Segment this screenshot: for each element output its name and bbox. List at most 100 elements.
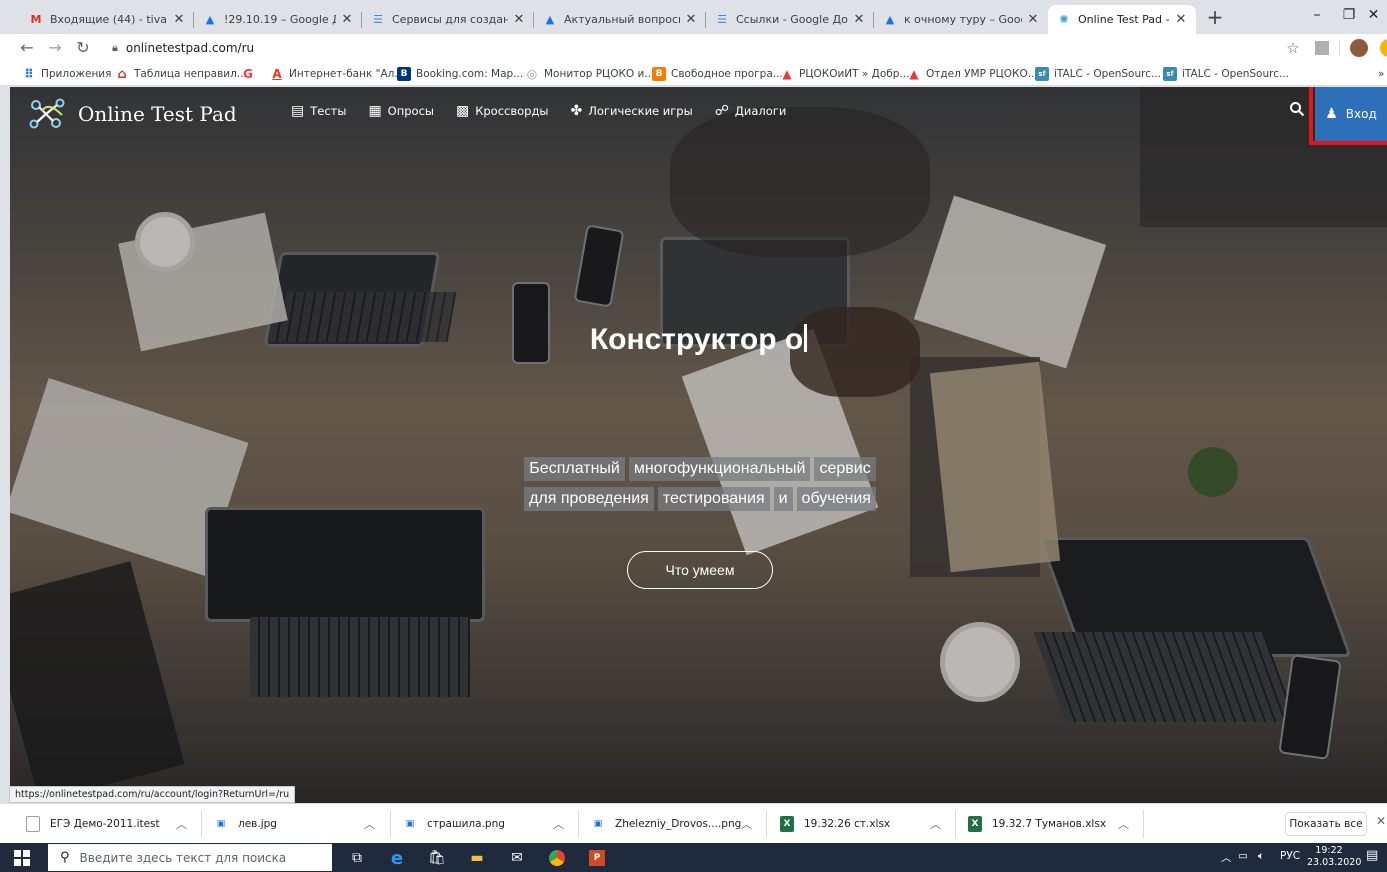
taskbar-clock[interactable]: 19:22 23.03.2020 bbox=[1307, 845, 1361, 869]
bookmark-star-icon[interactable]: ☆ bbox=[1283, 39, 1303, 57]
bookmark-item[interactable]: ◎ Монитор РЦОКО и... bbox=[525, 65, 655, 83]
menu-dialogs[interactable]: ☍ Диалоги bbox=[715, 103, 787, 119]
store-icon[interactable]: 🛍︎ bbox=[426, 847, 448, 869]
extension-icon[interactable] bbox=[1380, 39, 1387, 57]
windows-start-icon[interactable] bbox=[14, 850, 30, 866]
document-icon: ▤ bbox=[291, 103, 305, 119]
google-docs-icon: ☰ bbox=[373, 13, 383, 26]
close-downloads-icon[interactable]: ✕ bbox=[1376, 814, 1386, 828]
hero-background bbox=[10, 87, 1387, 803]
close-tab-icon[interactable]: ✕ bbox=[684, 12, 698, 27]
mail-icon[interactable]: ✉ bbox=[506, 847, 528, 869]
download-separator bbox=[955, 810, 956, 838]
sourceforge-icon: sf bbox=[1163, 67, 1177, 81]
browser-toolbar: ← → ↻ 🔒︎ onlinetestpad.com/ru ☆ bbox=[0, 34, 1387, 62]
download-menu-button[interactable]: ︿ bbox=[741, 812, 752, 836]
download-filename: 19.32.26 ст.xlsx bbox=[804, 818, 891, 830]
reload-button[interactable]: ↻ bbox=[72, 37, 94, 59]
download-menu-button[interactable]: ︿ bbox=[176, 812, 187, 836]
menu-crosswords[interactable]: ▩ Кроссворды bbox=[456, 103, 549, 119]
browser-tab-strip: M Входящие (44) - tivanova.c ✕ ▲ !29.10.… bbox=[0, 0, 1387, 34]
tray-chevron-icon[interactable]: ︿ bbox=[1221, 850, 1232, 865]
edge-browser-icon[interactable]: e bbox=[386, 847, 408, 869]
close-tab-icon[interactable]: ✕ bbox=[172, 12, 186, 27]
tagline-word: для проведения bbox=[524, 487, 654, 511]
bookmark-label: iTALC - OpenSourc... bbox=[1182, 68, 1290, 80]
bookmark-label: Свободное програ... bbox=[671, 68, 783, 80]
download-menu-button[interactable]: ︿ bbox=[364, 812, 375, 836]
search-button[interactable] bbox=[1286, 101, 1308, 123]
bookmark-label: Монитор РЦОКО и... bbox=[544, 68, 655, 80]
tab-gmail[interactable]: M Входящие (44) - tivanova.c ✕ bbox=[20, 5, 194, 34]
close-tab-icon[interactable]: ✕ bbox=[1026, 12, 1040, 27]
bookmark-item[interactable]: B Booking.com: Мар... bbox=[397, 65, 523, 83]
forward-button[interactable]: → bbox=[44, 37, 66, 59]
survey-icon: ▦ bbox=[368, 103, 382, 119]
login-button[interactable]: ♟ Вход bbox=[1315, 87, 1387, 141]
show-all-downloads-button[interactable]: Показать все bbox=[1285, 812, 1367, 836]
network-icon[interactable]: ▭ bbox=[1238, 850, 1248, 862]
extension-icon[interactable] bbox=[1315, 41, 1329, 55]
new-tab-button[interactable]: + bbox=[1202, 6, 1228, 30]
download-menu-button[interactable]: ︿ bbox=[553, 812, 564, 836]
bookmark-item[interactable]: sf iTALC - OpenSourc... bbox=[1163, 65, 1289, 83]
tab-online-test-pad[interactable]: ✺ Online Test Pad - Онлайн ✕ bbox=[1048, 5, 1196, 34]
download-menu-button[interactable]: ︿ bbox=[930, 812, 941, 836]
clock-time: 19:22 bbox=[1315, 845, 1343, 856]
chevron-up-icon: ︿ bbox=[364, 818, 375, 831]
tab-questions-drive[interactable]: ▲ Актуальный вопросы – Go ✕ bbox=[534, 5, 706, 34]
tab-services-doc[interactable]: ☰ Сервисы для создания он ✕ bbox=[362, 5, 534, 34]
bookmark-google[interactable]: G bbox=[241, 65, 260, 83]
download-item[interactable]: X 19.32.26 ст.xlsx bbox=[780, 812, 890, 836]
close-tab-icon[interactable]: ✕ bbox=[512, 12, 526, 27]
tab-title: Online Test Pad - Онлайн bbox=[1078, 13, 1170, 26]
notifications-icon[interactable]: ▤ bbox=[1366, 848, 1378, 863]
download-item[interactable]: ▣ страшила.png bbox=[403, 812, 505, 836]
bookmark-apps[interactable]: ⠿ Приложения bbox=[22, 65, 111, 83]
bookmark-item[interactable]: ▲ Отдел УМР РЦОКО... bbox=[907, 65, 1037, 83]
tab-second-round-drive[interactable]: ▲ к очному туру – Google Д ✕ bbox=[874, 5, 1048, 34]
hero-overlay bbox=[10, 87, 1387, 803]
close-window-button[interactable]: ✕ bbox=[1360, 0, 1387, 30]
bookmark-item[interactable]: sf iTALC - OpenSourc... bbox=[1035, 65, 1161, 83]
tagline-word: тестирования bbox=[657, 487, 770, 511]
rcoko-icon: ▲ bbox=[782, 67, 792, 81]
logo-text: Online Test Pad bbox=[78, 102, 237, 126]
close-tab-icon[interactable]: ✕ bbox=[852, 12, 866, 27]
tab-google-drive[interactable]: ▲ !29.10.19 – Google Диск ✕ bbox=[194, 5, 362, 34]
molecule-logo-icon bbox=[29, 98, 65, 129]
what-we-can-button[interactable]: Что умеем bbox=[627, 551, 773, 589]
download-item[interactable]: ▣ лев.jpg bbox=[214, 812, 277, 836]
download-item[interactable]: X 19.32.7 Туманов.xlsx bbox=[968, 812, 1106, 836]
file-explorer-icon[interactable]: ▬ bbox=[466, 847, 488, 869]
chrome-icon[interactable] bbox=[546, 847, 568, 869]
download-menu-button[interactable]: ︿ bbox=[1118, 812, 1129, 836]
site-logo[interactable]: Online Test Pad bbox=[26, 95, 237, 133]
bookmark-item[interactable]: ▲ РЦОКОиИТ » Добр... bbox=[780, 65, 909, 83]
tab-links-doc[interactable]: ☰ Ссылки - Google Докумен ✕ bbox=[706, 5, 874, 34]
bookmark-item[interactable]: B Свободное програ... bbox=[652, 65, 783, 83]
volume-icon[interactable]: 🔈︎ bbox=[1258, 850, 1264, 863]
menu-surveys[interactable]: ▦ Опросы bbox=[368, 103, 434, 119]
bookmark-item[interactable]: A Интернет-банк "Ал... bbox=[270, 65, 404, 83]
language-indicator[interactable]: РУС bbox=[1280, 850, 1300, 862]
close-tab-icon[interactable]: ✕ bbox=[340, 12, 354, 27]
download-item[interactable]: ▣ Zhelezniy_Drovos....png bbox=[591, 812, 742, 836]
powerpoint-icon[interactable]: P bbox=[586, 847, 608, 869]
apps-grid-icon: ⠿ bbox=[24, 67, 34, 81]
bookmark-item[interactable]: ⌂ Таблица неправил... bbox=[115, 65, 246, 83]
taskbar-search-box[interactable]: ⚲ Введите здесь текст для поиска bbox=[48, 844, 332, 871]
profile-avatar[interactable] bbox=[1350, 39, 1368, 57]
download-item[interactable]: ЕГЭ Демо-2011.itest bbox=[26, 812, 160, 836]
menu-tests[interactable]: ▤ Тесты bbox=[291, 103, 346, 119]
close-tab-icon[interactable]: ✕ bbox=[1174, 12, 1188, 27]
address-bar[interactable]: 🔒︎ onlinetestpad.com/ru bbox=[104, 36, 1266, 60]
menu-label: Диалоги bbox=[734, 104, 787, 118]
image-file-icon: ▣ bbox=[216, 819, 226, 829]
task-view-icon[interactable]: ⧉ bbox=[346, 847, 368, 869]
back-button[interactable]: ← bbox=[16, 37, 38, 59]
image-file-icon: ▣ bbox=[593, 819, 603, 829]
sourceforge-icon: sf bbox=[1035, 67, 1049, 81]
bookmarks-overflow-button[interactable]: » bbox=[1378, 65, 1384, 83]
menu-logic-games[interactable]: ✤ Логические игры bbox=[571, 103, 693, 119]
